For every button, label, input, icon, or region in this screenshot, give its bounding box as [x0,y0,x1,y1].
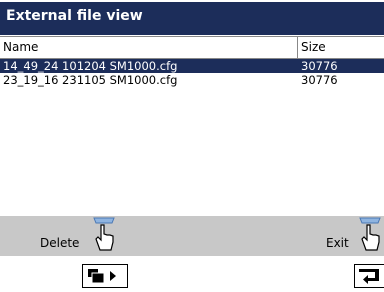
column-name-header[interactable]: Name [3,40,38,54]
page-forward-icon [88,269,116,284]
return-icon [359,269,379,284]
hardware-button-row [0,256,384,292]
page-forward-button[interactable] [82,264,128,288]
delete-softkey-label[interactable]: Delete [40,236,79,250]
file-row[interactable]: 14_49_24 101204 SM1000.cfg 30776 [0,59,384,73]
window-title: External file view [6,8,143,24]
file-list: 14_49_24 101204 SM1000.cfg 30776 23_19_1… [0,59,384,87]
return-button[interactable] [354,264,384,288]
file-row[interactable]: 23_19_16 231105 SM1000.cfg 30776 [0,73,384,87]
title-bar: External file view [0,2,384,35]
column-size-header[interactable]: Size [301,40,326,54]
file-name: 23_19_16 231105 SM1000.cfg [3,73,178,87]
file-size: 30776 [301,73,338,87]
column-header: Name Size [0,36,384,59]
file-name: 14_49_24 101204 SM1000.cfg [3,59,178,73]
file-size: 30776 [301,59,338,73]
hand-pointer-icon[interactable] [90,216,118,256]
hand-pointer-icon[interactable] [356,216,384,256]
softkey-bar: Delete Exit [0,216,384,256]
exit-softkey-label[interactable]: Exit [326,236,349,250]
column-separator [297,37,298,59]
